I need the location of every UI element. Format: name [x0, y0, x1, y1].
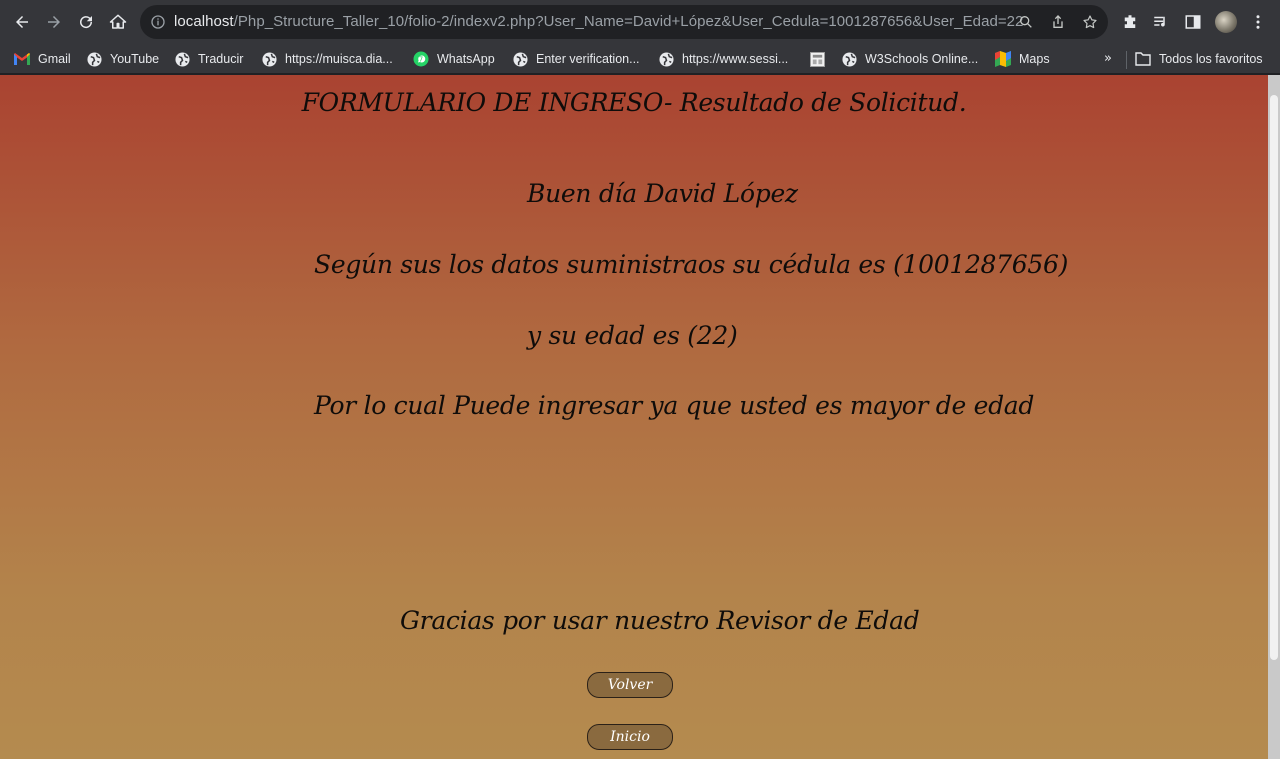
info-icon[interactable]: [150, 14, 166, 30]
zoom-icon[interactable]: [1018, 14, 1034, 30]
profile-avatar[interactable]: [1215, 11, 1237, 33]
thanks-text: Gracias por usar nuestro Revisor de Edad: [400, 606, 920, 635]
maps-icon: [995, 51, 1011, 67]
volver-button[interactable]: Volver: [587, 672, 673, 698]
bookmark-label: https://muisca.dia...: [285, 52, 393, 66]
arrow-right-icon: [48, 16, 60, 28]
edad-text: y su edad es (22): [527, 321, 738, 350]
reload-button[interactable]: [73, 9, 99, 35]
bookmark-youtube[interactable]: YouTube: [86, 50, 159, 68]
bookmark-thumbnail[interactable]: [809, 50, 833, 68]
all-bookmarks-folder[interactable]: Todos los favoritos: [1135, 50, 1263, 68]
bookmark-label: Enter verification...: [536, 52, 640, 66]
bookmark-label: Maps: [1019, 52, 1050, 66]
globe-icon: [86, 51, 102, 67]
result-text: Por lo cual Puede ingresar ya que usted …: [314, 391, 1035, 420]
bookmark-session[interactable]: https://www.sessi...: [658, 50, 788, 68]
bookmark-label: Gmail: [38, 52, 71, 66]
browser-toolbar: localhost/Php_Structure_Taller_10/folio-…: [0, 0, 1280, 44]
bookmark-label: W3Schools Online...: [865, 52, 979, 66]
share-icon[interactable]: [1050, 14, 1066, 30]
kebab-menu-icon[interactable]: [1249, 13, 1267, 31]
home-icon: [109, 14, 127, 29]
bookmark-w3schools[interactable]: W3Schools Online...: [841, 50, 978, 68]
gmail-icon: [14, 51, 30, 67]
bookmark-label: https://www.sessi...: [682, 52, 789, 66]
url-path: /Php_Structure_Taller_10/folio-2/indexv2…: [233, 13, 1024, 30]
reload-icon: [80, 16, 93, 29]
page-title: FORMULARIO DE INGRESO- Resultado de Soli…: [301, 88, 967, 117]
bookmark-gmail[interactable]: Gmail: [14, 50, 71, 68]
globe-icon: [174, 51, 190, 67]
forward-button[interactable]: [41, 9, 67, 35]
arrow-left-icon: [16, 16, 28, 28]
inicio-button[interactable]: Inicio: [587, 724, 673, 750]
url-host: localhost: [174, 13, 234, 30]
star-icon[interactable]: [1082, 14, 1098, 30]
all-bookmarks-label: Todos los favoritos: [1159, 52, 1263, 66]
bookmark-label: YouTube: [110, 52, 160, 66]
bookmark-label: Traducir: [198, 52, 244, 66]
scrollbar-thumb[interactable]: [1270, 95, 1278, 660]
extensions-icon[interactable]: [1121, 13, 1139, 31]
home-button[interactable]: [105, 9, 131, 35]
media-queue-icon[interactable]: [1152, 13, 1170, 31]
bookmark-muisca[interactable]: https://muisca.dia...: [261, 50, 393, 68]
globe-icon: [512, 51, 528, 67]
back-button[interactable]: [9, 9, 35, 35]
whatsapp-icon: 7: [413, 51, 429, 67]
cedula-text: Según sus los datos suministraos su cédu…: [314, 250, 1069, 279]
bookmark-whatsapp[interactable]: 7 WhatsApp: [413, 50, 495, 68]
page-content: FORMULARIO DE INGRESO- Resultado de Soli…: [0, 75, 1268, 759]
side-panel-icon[interactable]: [1184, 13, 1202, 31]
svg-text:7: 7: [419, 56, 423, 64]
url-text[interactable]: localhost/Php_Structure_Taller_10/folio-…: [174, 13, 1023, 30]
bookmark-label: WhatsApp: [437, 52, 495, 66]
bookmarks-divider: [1126, 51, 1127, 69]
bookmarks-bar: Gmail YouTube Traducir https://muisca.di…: [0, 44, 1280, 74]
page-thumbnail-icon: [809, 51, 825, 67]
globe-icon: [658, 51, 674, 67]
globe-icon: [261, 51, 277, 67]
address-bar[interactable]: localhost/Php_Structure_Taller_10/folio-…: [140, 5, 1108, 39]
greeting-text: Buen día David López: [527, 179, 798, 208]
bookmark-verification[interactable]: Enter verification...: [512, 50, 640, 68]
bookmark-traducir[interactable]: Traducir: [174, 50, 243, 68]
globe-icon: [841, 51, 857, 67]
bookmarks-overflow-button[interactable]: »: [1104, 51, 1112, 66]
folder-icon: [1135, 51, 1151, 67]
bookmark-maps[interactable]: Maps: [995, 50, 1050, 68]
